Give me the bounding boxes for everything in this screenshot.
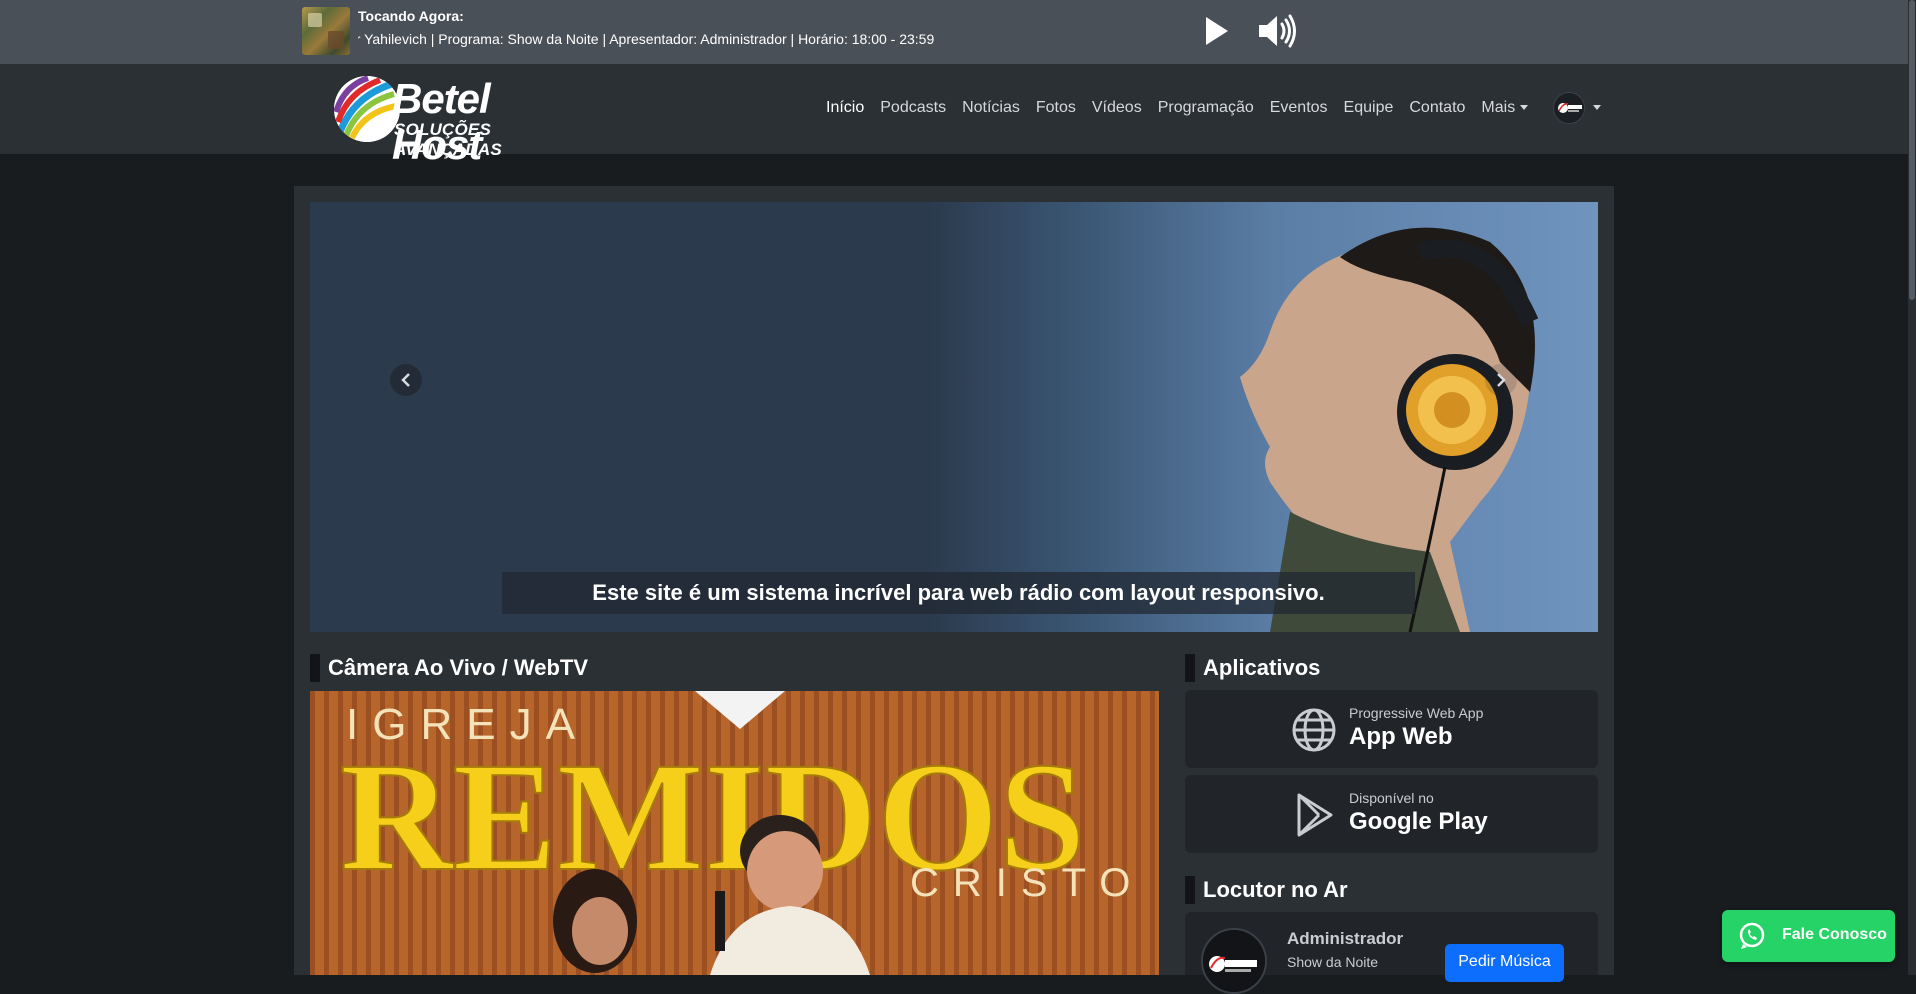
dj-avatar-logo-icon (1203, 930, 1265, 992)
user-menu-chevron-icon[interactable] (1593, 105, 1601, 110)
now-playing-label: Tocando Agora: (358, 8, 464, 24)
google-play-title: Google Play (1349, 808, 1488, 835)
nav-item-inicio[interactable]: Início (818, 98, 872, 118)
nav-item-equipe[interactable]: Equipe (1336, 98, 1402, 118)
play-icon (1206, 17, 1228, 45)
album-art (302, 7, 350, 55)
carousel-next-button[interactable] (1485, 364, 1517, 396)
track-info-text: or Yahilevich | Programa: Show da Noite … (358, 31, 935, 47)
main-menu: Início Podcasts Notícias Fotos Vídeos Pr… (818, 98, 1536, 118)
google-play-card[interactable]: Disponível no Google Play (1185, 775, 1598, 853)
nav-item-noticias[interactable]: Notícias (954, 98, 1028, 118)
nav-item-podcasts[interactable]: Podcasts (872, 98, 954, 118)
hero-image-man-headphones (1240, 227, 1539, 632)
app-web-card[interactable]: Progressive Web App App Web (1185, 690, 1598, 768)
dj-card: Administrador Show da Noite Pedir Música (1185, 912, 1598, 994)
apps-section-title: Aplicativos (1185, 654, 1320, 682)
app-web-subtitle: Progressive Web App (1349, 705, 1484, 721)
video-text-cristo: CRISTO (910, 861, 1144, 905)
brand-logo[interactable]: Betel Host SOLUÇÕES AVANÇADAS (334, 76, 574, 168)
nav-item-mais-dropdown[interactable]: Mais (1473, 98, 1536, 118)
hero-caption: Este site é um sistema incrível para web… (502, 572, 1415, 614)
brand-tagline: SOLUÇÕES AVANÇADAS (394, 120, 502, 159)
dj-name: Administrador (1287, 929, 1404, 948)
nav-item-fotos[interactable]: Fotos (1028, 98, 1084, 118)
google-play-icon (1297, 793, 1333, 837)
carousel-prev-button[interactable] (390, 364, 422, 396)
track-info-marquee: or Yahilevich | Programa: Show da Noite … (358, 31, 938, 49)
webtv-section-title: Câmera Ao Vivo / WebTV (310, 654, 588, 682)
chevron-down-icon (1520, 105, 1529, 111)
scrollbar-thumb[interactable] (1909, 0, 1915, 300)
whatsapp-icon (1739, 922, 1765, 949)
chevron-right-icon (1497, 373, 1506, 387)
request-song-button[interactable]: Pedir Música (1445, 944, 1564, 982)
globe-icon (1292, 708, 1336, 752)
volume-button[interactable] (1256, 12, 1298, 50)
nav-item-mais-label: Mais (1481, 99, 1516, 116)
play-button[interactable] (1198, 14, 1234, 48)
webtv-video-player[interactable]: IGREJA REMIDOS CRISTO (310, 691, 1159, 975)
dj-show-name: Show da Noite (1287, 954, 1379, 970)
radio-player-bar: Tocando Agora: or Yahilevich | Programa:… (0, 0, 1916, 64)
dj-avatar (1201, 928, 1267, 994)
google-play-subtitle: Disponível no (1349, 790, 1434, 806)
volume-icon (1259, 14, 1296, 48)
nav-item-programacao[interactable]: Programação (1150, 98, 1262, 118)
logo-mark-icon (334, 76, 400, 142)
nav-item-videos[interactable]: Vídeos (1084, 98, 1150, 118)
hero-carousel (310, 202, 1598, 632)
whatsapp-label: Fale Conosco (1782, 926, 1887, 943)
whatsapp-contact-button[interactable]: Fale Conosco (1722, 910, 1895, 962)
dj-section-title: Locutor no Ar (1185, 876, 1348, 904)
nav-item-eventos[interactable]: Eventos (1262, 98, 1336, 118)
user-menu-avatar[interactable] (1553, 92, 1585, 124)
chevron-left-icon (401, 373, 410, 387)
video-frame: IGREJA REMIDOS CRISTO (310, 691, 1159, 975)
nav-item-contato[interactable]: Contato (1401, 98, 1473, 118)
page-scrollbar[interactable] (1908, 0, 1916, 975)
app-web-title: App Web (1349, 723, 1453, 750)
